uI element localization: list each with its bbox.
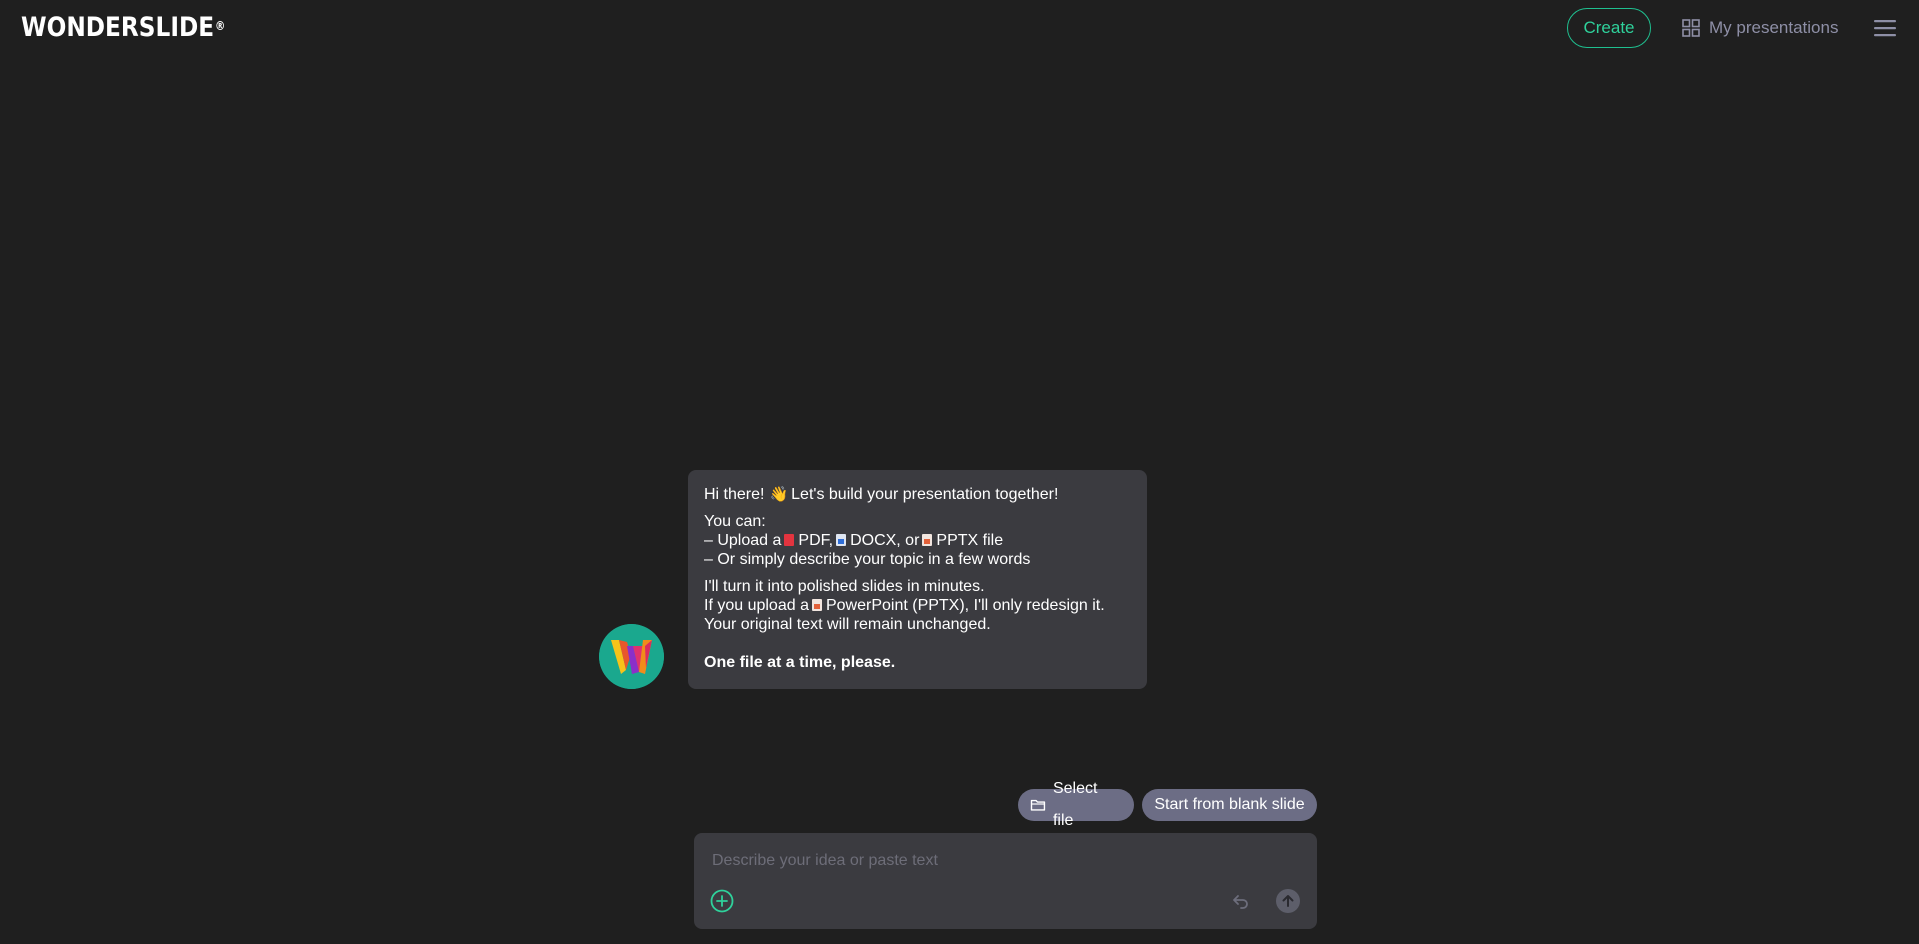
describe-line: – Or simply describe your topic in a few… (704, 551, 1031, 568)
pptx-file-icon (922, 534, 933, 546)
pptx-redesign-line: If you upload a PowerPoint (PPTX), I'll o… (704, 596, 1131, 615)
start-blank-slide-button[interactable]: Start from blank slide (1142, 789, 1317, 821)
you-can-line: You can: (704, 513, 766, 530)
original-text-line: Your original text will remain unchanged… (704, 616, 991, 633)
assistant-message-bubble: Hi there! 👋 Let's build your presentation … (688, 470, 1147, 689)
waving-hand-icon: 👋 (769, 486, 789, 503)
one-file-line: One file at a time, please. (704, 653, 1131, 672)
pptx-prefix-text: If you upload a (704, 597, 809, 614)
docx-file-icon (836, 534, 847, 546)
upload-prefix-text: – Upload a (704, 532, 782, 549)
assistant-avatar (599, 624, 664, 689)
registered-mark: ® (214, 19, 226, 33)
wonderslide-logo[interactable]: WONDERSLIDE® (21, 12, 225, 44)
turn-into-line: I'll turn it into polished slides in min… (704, 578, 985, 595)
message-composer (694, 833, 1317, 929)
hamburger-menu-icon[interactable] (1873, 16, 1897, 40)
undo-icon[interactable] (1230, 890, 1252, 912)
pptx-rest-text: PowerPoint (PPTX), I'll only redesign it… (825, 597, 1105, 614)
powerpoint-file-icon (811, 599, 822, 611)
my-presentations-label: My presentations (1709, 18, 1839, 37)
docx-text: DOCX, or (850, 532, 920, 549)
wonderslide-w-logo-icon (599, 624, 664, 689)
greeting-rest-text: Let's build your presentation together! (791, 486, 1059, 503)
upload-options-line: – Upload a PDF, DOCX, or PPTX file (704, 531, 1131, 550)
my-presentations-link[interactable]: My presentations (1682, 16, 1838, 40)
pdf-file-icon (784, 534, 795, 546)
arrow-up-icon (1282, 895, 1294, 907)
grid-icon (1682, 19, 1700, 37)
create-button[interactable]: Create (1567, 8, 1651, 48)
pptx-text: PPTX file (936, 532, 1004, 549)
prompt-input[interactable] (710, 847, 1300, 875)
one-file-text: One file at a time, please. (704, 654, 896, 671)
add-attachment-icon[interactable] (710, 889, 734, 913)
greeting-line: Hi there! 👋 Let's build your presentation … (704, 485, 1131, 504)
pdf-text: PDF, (798, 532, 834, 549)
folder-icon (1030, 799, 1046, 811)
logo-text: WONDERSLIDE (21, 12, 215, 43)
greeting-text: Hi there! (704, 486, 765, 503)
top-bar: WONDERSLIDE® Create My presentations (0, 0, 1919, 56)
start-blank-slide-label: Start from blank slide (1154, 796, 1305, 813)
select-file-label: Select file (1052, 780, 1098, 829)
select-file-button[interactable]: Select file (1018, 780, 1134, 829)
send-button[interactable] (1276, 889, 1300, 913)
